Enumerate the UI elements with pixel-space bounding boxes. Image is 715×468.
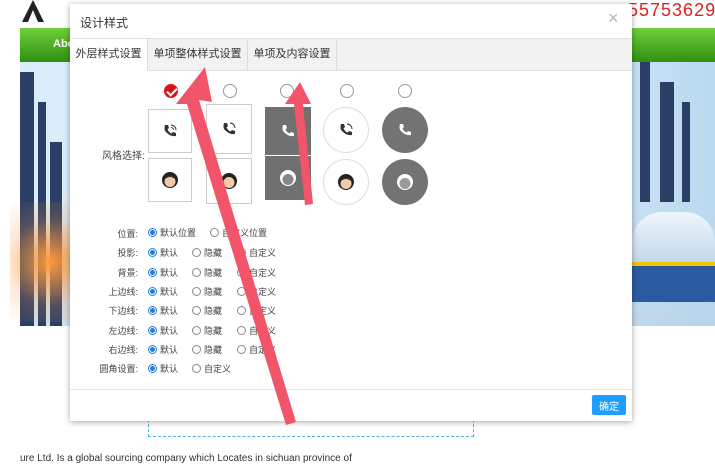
corner-radius-custom-option[interactable]: 自定义 (192, 362, 231, 375)
bottom-border-hide-option[interactable]: 隐藏 (192, 304, 222, 317)
top-border-default-option[interactable]: 默认 (148, 285, 178, 298)
tab-item-content-settings[interactable]: 单项及内容设置 (248, 39, 337, 70)
phone-icon (164, 124, 177, 137)
phone-icon (282, 125, 294, 137)
phone-icon (223, 122, 236, 135)
style-1-phone-card[interactable] (148, 109, 192, 153)
shadow-label: 投影: (117, 248, 138, 258)
avatar-icon (162, 172, 178, 188)
style-4-phone-card[interactable] (323, 107, 369, 153)
left-border-hide-option[interactable]: 隐藏 (192, 324, 222, 337)
top-border-hide-option[interactable]: 隐藏 (192, 285, 222, 298)
style-2-phone-card[interactable] (206, 104, 252, 154)
right-border-custom-option[interactable]: 自定义 (237, 343, 276, 356)
shadow-hide-option[interactable]: 隐藏 (192, 246, 222, 259)
style-radio-5[interactable] (398, 84, 412, 98)
dialog-title: 设计样式 (80, 16, 129, 30)
left-border-custom-option[interactable]: 自定义 (237, 324, 276, 337)
style-radio-2[interactable] (223, 84, 237, 98)
background-hide-option[interactable]: 隐藏 (192, 266, 222, 279)
style-5-avatar-card[interactable] (382, 159, 428, 205)
avatar-icon (397, 174, 413, 190)
site-phone-number: 55753629 (628, 0, 715, 20)
style-2-avatar-card[interactable] (206, 158, 252, 204)
tab-bar: 外层样式设置 单项整体样式设置 单项及内容设置 (70, 38, 632, 71)
background-label: 背景: (117, 268, 138, 278)
bottom-border-custom-option[interactable]: 自定义 (237, 304, 276, 317)
confirm-button[interactable]: 确定 (592, 395, 626, 415)
phone-icon (399, 124, 411, 136)
style-radio-3[interactable] (280, 84, 294, 98)
right-border-default-option[interactable]: 默认 (148, 343, 178, 356)
bottom-border-default-option[interactable]: 默认 (148, 304, 178, 317)
close-icon[interactable]: × (608, 8, 619, 29)
shadow-custom-option[interactable]: 自定义 (237, 246, 276, 259)
top-border-label: 上边线: (108, 287, 138, 297)
tab-item-overall-style[interactable]: 单项整体样式设置 (148, 39, 248, 70)
style-radio-1[interactable] (164, 84, 178, 98)
corner-radius-default-option[interactable]: 默认 (148, 362, 178, 375)
style-radio-4[interactable] (340, 84, 354, 98)
left-border-default-option[interactable]: 默认 (148, 324, 178, 337)
style-select-label: 风格选择: (102, 151, 145, 162)
style-4-avatar-card[interactable] (323, 159, 369, 205)
right-border-label: 右边线: (108, 345, 138, 355)
background-custom-option[interactable]: 自定义 (237, 266, 276, 279)
corner-radius-label: 圆角设置: (99, 364, 138, 374)
avatar-icon (338, 174, 354, 190)
left-border-label: 左边线: (108, 326, 138, 336)
position-default-option[interactable]: 默认位置 (148, 226, 196, 239)
dialog-footer-divider (70, 389, 632, 390)
design-style-dialog: 设计样式 × 外层样式设置 单项整体样式设置 单项及内容设置 风格选择: 位置:… (70, 4, 632, 421)
position-label: 位置: (117, 229, 138, 239)
site-logo (18, 0, 48, 22)
style-3-avatar-card[interactable] (265, 156, 311, 200)
avatar-icon (280, 170, 296, 186)
position-custom-option[interactable]: 自定义位置 (210, 226, 267, 239)
style-1-avatar-card[interactable] (148, 158, 192, 202)
phone-icon (340, 123, 353, 136)
top-border-custom-option[interactable]: 自定义 (237, 285, 276, 298)
right-border-hide-option[interactable]: 隐藏 (192, 343, 222, 356)
tab-outer-style[interactable]: 外层样式设置 (70, 39, 148, 71)
style-3-phone-card[interactable] (265, 107, 311, 155)
style-5-phone-card[interactable] (382, 107, 428, 153)
shadow-default-option[interactable]: 默认 (148, 246, 178, 259)
bottom-border-label: 下边线: (108, 306, 138, 316)
site-body-text: ure Ltd. Is a global sourcing company wh… (20, 453, 352, 464)
background-default-option[interactable]: 默认 (148, 266, 178, 279)
avatar-icon (221, 173, 237, 189)
